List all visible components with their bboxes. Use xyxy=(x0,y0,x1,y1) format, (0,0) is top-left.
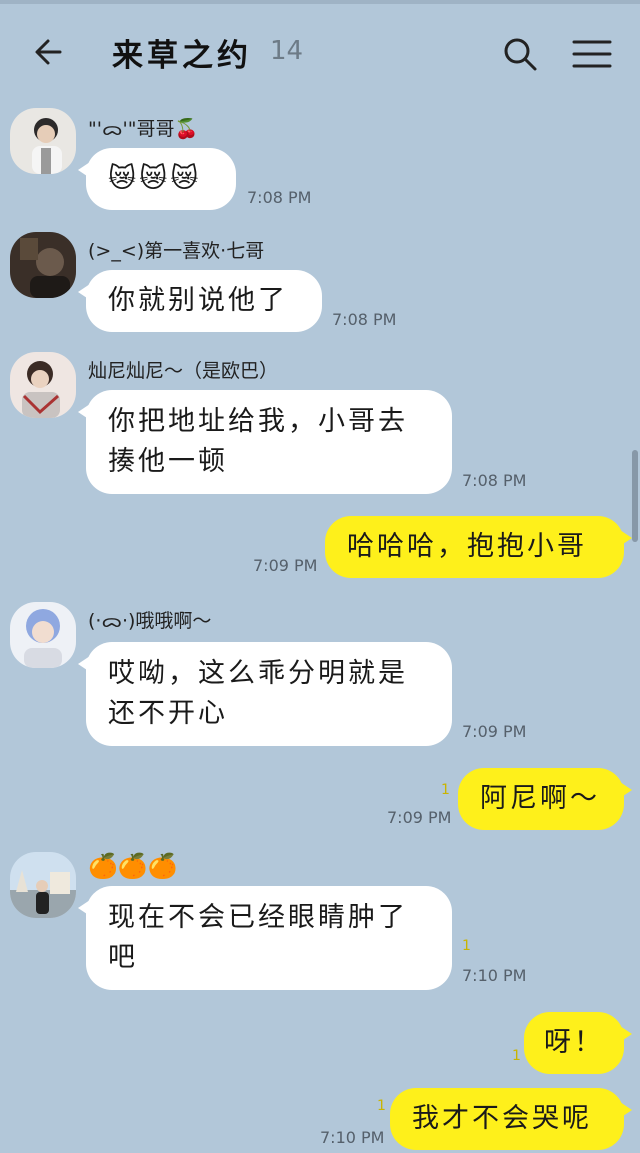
message-text-line: 还不开心 xyxy=(108,698,228,729)
message-time: 7:10 PM xyxy=(462,966,527,985)
scrollbar[interactable] xyxy=(632,450,638,542)
avatar-photo xyxy=(10,852,76,918)
avatar[interactable] xyxy=(10,602,76,668)
read-indicator: 1 xyxy=(441,782,450,798)
message-time: 7:09 PM xyxy=(387,808,452,827)
message-text-line: 哎呦，这么乖分明就是 xyxy=(108,658,408,689)
search-icon xyxy=(504,38,537,71)
message-text: 我才不会哭呢 xyxy=(412,1103,592,1134)
sender-name: 🍊🍊🍊 xyxy=(88,852,178,880)
avatar[interactable] xyxy=(10,232,76,298)
menu-button[interactable] xyxy=(570,34,614,74)
my-message-bubble[interactable]: 哈哈哈，抱抱小哥 xyxy=(325,516,632,578)
message-time: 7:10 PM xyxy=(320,1128,385,1147)
avatar[interactable] xyxy=(10,852,76,918)
message-text-line: 现在不会已经眼睛肿了 xyxy=(108,902,408,933)
message-bubble[interactable]: 现在不会已经眼睛肿了 吧 xyxy=(78,886,452,990)
sender-name: 灿尼灿尼～（是欧巴） xyxy=(88,360,279,382)
sender-name: (>_<)第一喜欢·七哥 xyxy=(88,240,265,262)
my-message-bubble[interactable]: 阿尼啊～ xyxy=(458,768,632,830)
message-text: 呀！ xyxy=(544,1027,604,1058)
avatar-photo xyxy=(10,602,76,668)
my-message-bubble[interactable]: 呀！ xyxy=(524,1012,632,1074)
message-text-line: 揍他一顿 xyxy=(108,446,228,477)
avatar[interactable] xyxy=(10,352,76,418)
message-bubble[interactable]: 😿😿😿 xyxy=(78,148,236,210)
message-text: 阿尼啊～ xyxy=(480,783,600,814)
message-text: 😿😿😿 xyxy=(108,163,202,194)
chat-header: 来草之约 14 xyxy=(0,4,640,96)
search-button[interactable] xyxy=(500,34,540,74)
message-time: 7:08 PM xyxy=(332,310,397,329)
message-time: 7:09 PM xyxy=(462,722,527,741)
chat-title: 来草之约 xyxy=(112,38,252,74)
avatar[interactable] xyxy=(10,108,76,174)
message-time: 7:08 PM xyxy=(462,471,527,490)
message-text: 哈哈哈，抱抱小哥 xyxy=(347,531,587,562)
hamburger-menu-icon xyxy=(572,40,612,68)
read-indicator: 1 xyxy=(512,1048,521,1064)
read-indicator: 1 xyxy=(462,938,471,954)
sender-name: "'ᯅ'"哥哥🍒 xyxy=(88,118,199,140)
member-count: 14 xyxy=(270,36,304,66)
message-text: 你就别说他了 xyxy=(108,285,288,316)
message-time: 7:09 PM xyxy=(253,556,318,575)
my-message-bubble[interactable]: 我才不会哭呢 xyxy=(390,1088,632,1150)
message-text-line: 你把地址给我，小哥去 xyxy=(108,406,408,437)
back-button[interactable] xyxy=(30,32,70,72)
message-bubble[interactable]: 哎呦，这么乖分明就是 还不开心 xyxy=(78,642,452,746)
arrow-left-icon xyxy=(35,39,62,65)
read-indicator: 1 xyxy=(377,1098,386,1114)
avatar-photo xyxy=(10,232,76,298)
message-text-line: 吧 xyxy=(108,942,138,973)
sender-name: (·ᯅ·)哦哦啊～ xyxy=(88,610,212,632)
avatar-photo xyxy=(10,108,76,174)
avatar-photo xyxy=(10,352,76,418)
message-bubble[interactable]: 你就别说他了 xyxy=(78,270,322,332)
message-time: 7:08 PM xyxy=(247,188,312,207)
message-bubble[interactable]: 你把地址给我，小哥去 揍他一顿 xyxy=(78,390,452,494)
